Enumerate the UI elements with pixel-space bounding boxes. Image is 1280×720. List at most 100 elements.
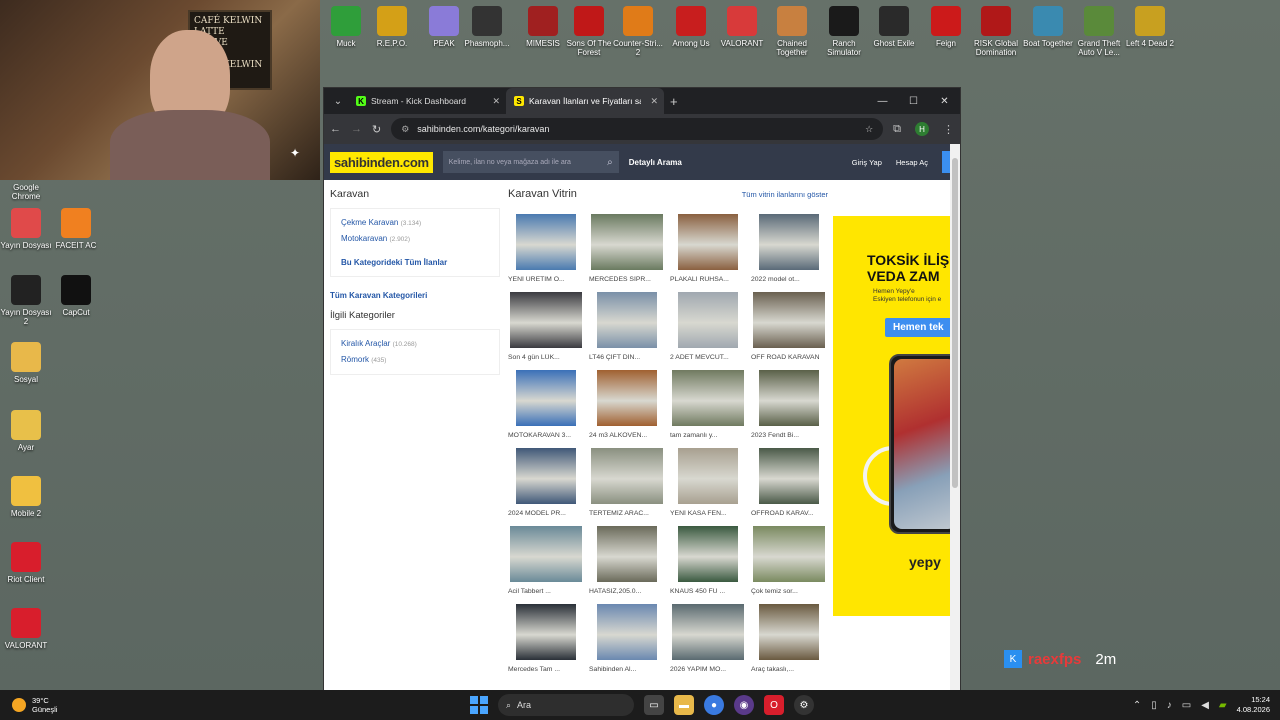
login-link[interactable]: Giriş Yap <box>852 158 882 167</box>
listing-thumbnail[interactable] <box>670 292 746 348</box>
listing-thumbnail[interactable] <box>670 526 746 582</box>
listing-card[interactable]: Çok temiz sor... <box>751 526 827 604</box>
mic-icon[interactable]: ♪ <box>1167 700 1172 711</box>
related-romork[interactable]: Römork (435) <box>341 352 489 368</box>
desktop-icon[interactable]: CapCut <box>50 275 102 317</box>
desktop-icon[interactable]: FACEIT AC <box>50 208 102 250</box>
listing-card[interactable]: Araç takaslı,... <box>751 604 827 682</box>
desktop-icon[interactable]: VALORANT <box>716 6 768 48</box>
listing-caption[interactable]: HATASIZ,205.0... <box>589 588 665 595</box>
listing-card[interactable]: PLAKALI RUHSA... <box>670 214 746 292</box>
minimize-icon[interactable]: — <box>867 88 898 114</box>
listing-caption[interactable]: PLAKALI RUHSA... <box>670 276 746 283</box>
listing-card[interactable]: OFFROAD KARAV... <box>751 448 827 526</box>
menu-kebab-icon[interactable]: ⋮ <box>943 123 954 136</box>
listing-card[interactable]: OFF ROAD KARAVAN <box>751 292 827 370</box>
chrome-icon[interactable]: ● <box>704 695 724 715</box>
listing-thumbnail[interactable] <box>589 214 665 270</box>
listing-caption[interactable]: TERTEMİZ ARAC... <box>589 510 665 517</box>
listing-caption[interactable]: 2024 MODEL PR... <box>508 510 584 517</box>
listing-thumbnail[interactable] <box>751 448 827 504</box>
tray-chevron-icon[interactable]: ⌃ <box>1133 700 1141 711</box>
tab-karavan[interactable]: S Karavan İlanları ve Fiyatları sah ✕ <box>506 88 664 114</box>
listing-caption[interactable]: MOTOKARAVAN 3... <box>508 432 584 439</box>
desktop-icon[interactable]: Phasmoph... <box>461 6 513 48</box>
listing-card[interactable]: 2026 YAPIM MO... <box>670 604 746 682</box>
listing-caption[interactable]: YENİ KASA FEN... <box>670 510 746 517</box>
desktop-icon[interactable]: Riot Client <box>0 542 52 584</box>
listing-caption[interactable]: Acil Tabbert ... <box>508 588 584 595</box>
volume-icon[interactable]: ◀ <box>1201 700 1209 711</box>
related-kiralik-araclar[interactable]: Kiralık Araçlar (10.268) <box>341 336 489 352</box>
back-icon[interactable]: ← <box>330 123 341 135</box>
listing-thumbnail[interactable] <box>589 604 665 660</box>
close-window-icon[interactable]: ✕ <box>929 88 960 114</box>
listing-thumbnail[interactable] <box>589 526 665 582</box>
page-scrollbar[interactable] <box>950 144 960 690</box>
listing-thumbnail[interactable] <box>751 526 827 582</box>
listing-caption[interactable]: KNAUS 450 FU ... <box>670 588 746 595</box>
steam-icon[interactable]: ⚙ <box>794 695 814 715</box>
listing-thumbnail[interactable] <box>670 604 746 660</box>
listing-thumbnail[interactable] <box>589 448 665 504</box>
listing-thumbnail[interactable] <box>670 370 746 426</box>
site-logo[interactable]: sahibinden.com <box>330 151 433 173</box>
register-link[interactable]: Hesap Aç <box>896 158 928 167</box>
clock[interactable]: 15:24 4.08.2026 <box>1237 695 1270 715</box>
listing-thumbnail[interactable] <box>589 370 665 426</box>
search-icon[interactable]: ⌕ <box>607 157 613 168</box>
listing-thumbnail[interactable] <box>751 214 827 270</box>
listing-card[interactable]: YENİ ÜRETİM O... <box>508 214 584 292</box>
network-icon[interactable]: ▭ <box>1182 700 1191 711</box>
listing-thumbnail[interactable] <box>508 214 584 270</box>
desktop-icon[interactable]: Yayın Dosyası 2 <box>0 275 52 326</box>
site-info-icon[interactable]: ⚙ <box>401 124 409 135</box>
desktop-icon[interactable]: Among Us <box>665 6 717 48</box>
desktop-icon[interactable]: RISK Global Domination <box>970 6 1022 57</box>
bookmark-star-icon[interactable]: ☆ <box>865 124 873 135</box>
listing-card[interactable]: Acil Tabbert ... <box>508 526 584 604</box>
listing-card[interactable]: MERCEDES SİPR... <box>589 214 665 292</box>
subcategory-motokaravan[interactable]: Motokaravan (2.902) <box>341 231 489 247</box>
listing-caption[interactable]: Mercedes Tam ... <box>508 666 584 673</box>
extensions-icon[interactable]: ⧉ <box>893 123 901 136</box>
task-view-icon[interactable]: ▭ <box>644 695 664 715</box>
tab-close-icon[interactable]: ✕ <box>650 96 658 107</box>
obs-icon[interactable]: ◉ <box>734 695 754 715</box>
profile-avatar[interactable]: H <box>915 122 929 136</box>
site-search-input[interactable]: Kelime, ilan no veya mağaza adı ile ara … <box>442 151 619 173</box>
listing-thumbnail[interactable] <box>751 292 827 348</box>
listing-thumbnail[interactable] <box>508 448 584 504</box>
show-all-showcase-link[interactable]: Tüm vitrin ilanlarını göster <box>742 190 828 199</box>
listing-card[interactable]: 2022 model ot... <box>751 214 827 292</box>
all-listings-link[interactable]: Bu Kategorideki Tüm İlanlar <box>341 255 489 270</box>
listing-caption[interactable]: 2023 Fendt Bi... <box>751 432 827 439</box>
listing-caption[interactable]: OFF ROAD KARAVAN <box>751 354 827 361</box>
ad-banner[interactable]: TOKSİK İLİŞ VEDA ZAM Hemen Yepy'e Eskiye… <box>833 216 952 616</box>
desktop-icon[interactable]: Grand Theft Auto V Le... <box>1073 6 1125 57</box>
battery-icon[interactable]: ▯ <box>1151 700 1157 711</box>
listing-card[interactable]: YENİ KASA FEN... <box>670 448 746 526</box>
listing-caption[interactable]: YENİ ÜRETİM O... <box>508 276 584 283</box>
listing-card[interactable]: HATASIZ,205.0... <box>589 526 665 604</box>
opera-icon[interactable]: O <box>764 695 784 715</box>
listing-thumbnail[interactable] <box>508 604 584 660</box>
taskbar-search[interactable]: ⌕ Ara <box>498 694 634 716</box>
desktop-icon[interactable]: Ranch Simulator <box>818 6 870 57</box>
listing-caption[interactable]: 24 m3 ALKOVEN... <box>589 432 665 439</box>
listing-thumbnail[interactable] <box>670 214 746 270</box>
tab-kick-dashboard[interactable]: K Stream - Kick Dashboard ✕ <box>348 88 506 114</box>
listing-thumbnail[interactable] <box>589 292 665 348</box>
listing-caption[interactable]: 2 ADET MEVCUT... <box>670 354 746 361</box>
nvidia-icon[interactable]: ▰ <box>1219 700 1227 711</box>
listing-caption[interactable]: Son 4 gün LÜK... <box>508 354 584 361</box>
desktop-icon[interactable]: R.E.P.O. <box>366 6 418 48</box>
url-input[interactable]: ⚙ sahibinden.com/kategori/karavan ☆ <box>391 118 884 140</box>
ad-cta-button[interactable]: Hemen tek <box>885 318 952 337</box>
listing-thumbnail[interactable] <box>508 370 584 426</box>
listing-card[interactable]: LT46 ÇİFT DİN... <box>589 292 665 370</box>
listing-card[interactable]: Sahibinden Al... <box>589 604 665 682</box>
tab-close-icon[interactable]: ✕ <box>492 96 500 107</box>
new-tab-icon[interactable]: + <box>670 94 678 109</box>
listing-thumbnail[interactable] <box>751 604 827 660</box>
